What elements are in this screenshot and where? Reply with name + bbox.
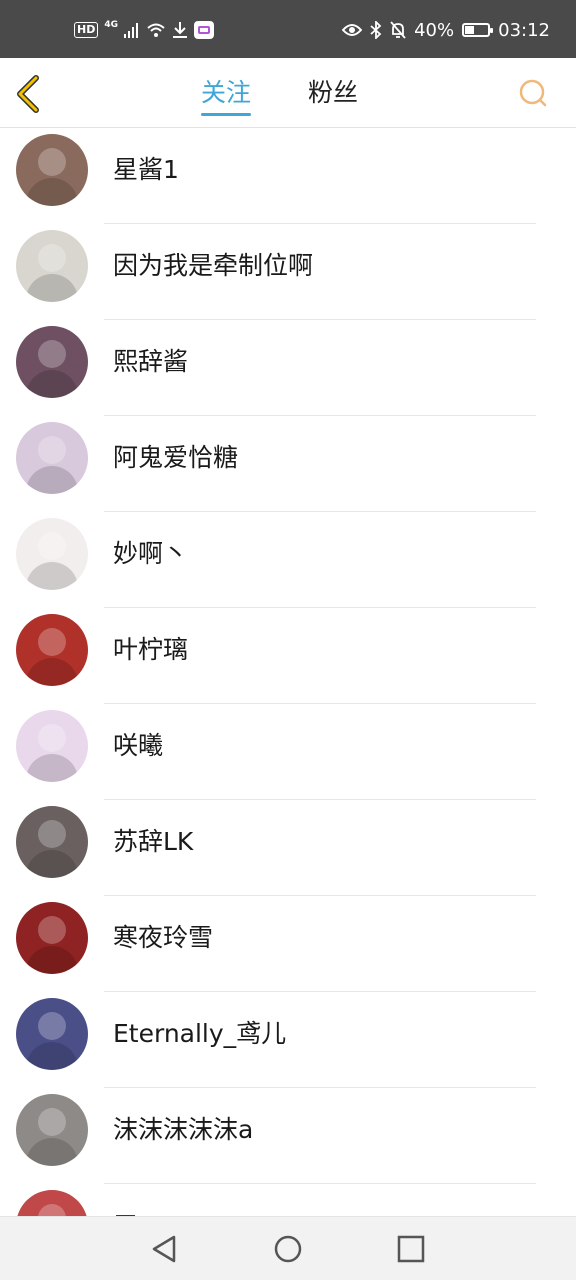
user-name: 因为我是牵制位啊 — [113, 251, 314, 280]
avatar[interactable] — [16, 806, 88, 878]
navigation-bar — [0, 1216, 576, 1280]
bluetooth-icon — [370, 21, 382, 39]
user-name: 熙辞酱 — [113, 347, 189, 376]
hd-badge: HD — [74, 22, 99, 38]
avatar[interactable] — [16, 134, 88, 206]
tab-fans[interactable]: 粉丝 — [308, 76, 358, 110]
list-item[interactable]: Eternally_鸢儿 — [0, 992, 576, 1088]
list-item[interactable]: 寒夜玲雪 — [0, 896, 576, 992]
download-icon — [173, 22, 187, 38]
user-name: 阿鬼爱恰糖 — [113, 443, 239, 472]
list-item[interactable]: 阿鬼爱恰糖 — [0, 416, 576, 512]
user-name: 叶柠璃 — [113, 635, 189, 664]
battery-fill — [465, 26, 474, 34]
list-item[interactable]: 苏辞LK — [0, 800, 576, 896]
avatar[interactable] — [16, 518, 88, 590]
list-item[interactable]: 叶柠璃 — [0, 608, 576, 704]
nav-home-button[interactable] — [273, 1234, 303, 1264]
status-right: 40% 03:12 — [342, 18, 550, 42]
avatar[interactable] — [16, 1094, 88, 1166]
chevron-left-icon — [17, 75, 39, 113]
back-button[interactable] — [12, 72, 52, 116]
wifi-icon — [147, 23, 165, 37]
battery-percent: 40% — [414, 19, 455, 41]
avatar[interactable] — [16, 998, 88, 1070]
signal-icon — [124, 23, 138, 38]
header: 关注 粉丝 — [0, 58, 576, 128]
home-circle-icon — [274, 1235, 302, 1263]
avatar[interactable] — [16, 230, 88, 302]
eye-icon — [342, 24, 363, 36]
avatar[interactable] — [16, 902, 88, 974]
search-icon — [519, 79, 547, 107]
avatar[interactable] — [16, 614, 88, 686]
list-item[interactable]: 沫沫沫沫沫a — [0, 1088, 576, 1184]
tab-follow[interactable]: 关注 — [201, 76, 252, 116]
user-name: Eternally_鸢儿 — [113, 1019, 287, 1048]
search-button[interactable] — [516, 76, 550, 110]
list-item[interactable]: 熙辞酱 — [0, 320, 576, 416]
avatar[interactable] — [16, 326, 88, 398]
battery-icon — [462, 23, 494, 37]
bell-off-icon — [390, 21, 406, 39]
user-name: 寒夜玲雪 — [113, 923, 214, 952]
network-type: 4G — [104, 20, 118, 30]
back-triangle-icon — [152, 1235, 176, 1263]
nav-back-button[interactable] — [150, 1234, 180, 1264]
recents-square-icon — [397, 1235, 425, 1263]
user-name: 沫沫沫沫沫a — [113, 1115, 254, 1144]
user-name: 妙啊丶 — [113, 539, 189, 568]
avatar[interactable] — [16, 710, 88, 782]
user-name: 苏辞LK — [113, 827, 194, 856]
following-list: 星酱1 因为我是牵制位啊 熙辞酱阿鬼爱恰糖妙啊丶叶柠璃咲曦苏辞LK 寒夜玲雪 Etern… — [0, 128, 576, 1280]
status-bar: HD 4G 40% 03:12 — [0, 0, 576, 58]
list-item[interactable]: 咲曦 — [0, 704, 576, 800]
user-name: 星酱1 — [113, 155, 179, 184]
avatar[interactable] — [16, 422, 88, 494]
app-notification-icon — [194, 21, 214, 39]
status-time: 03:12 — [498, 19, 550, 41]
user-name: 咲曦 — [113, 731, 164, 760]
list-item[interactable]: 星酱1 — [0, 128, 576, 224]
status-left: HD 4G — [74, 19, 214, 41]
list-item[interactable]: 因为我是牵制位啊 — [0, 224, 576, 320]
list-item[interactable]: 妙啊丶 — [0, 512, 576, 608]
nav-recents-button[interactable] — [396, 1234, 426, 1264]
